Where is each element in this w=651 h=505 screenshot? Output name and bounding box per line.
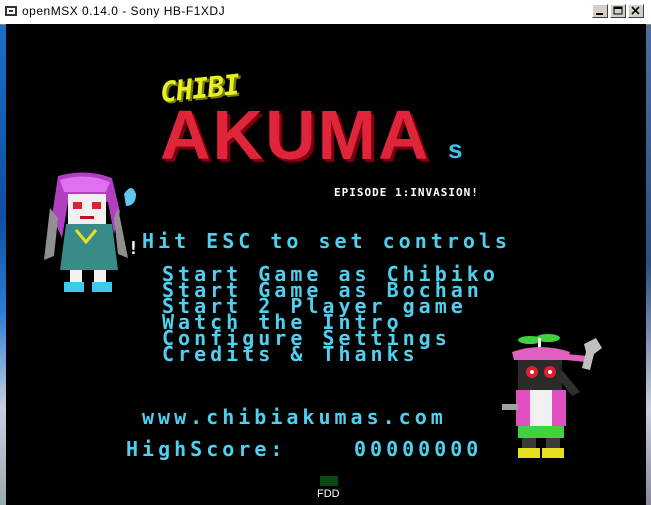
window-titlebar[interactable]: openMSX 0.14.0 - Sony HB-F1XDJ [0, 0, 651, 25]
logo-akuma-text: AKUMA [160, 96, 431, 174]
highscore-label: HighScore: [126, 437, 287, 461]
fdd-label: FDD [317, 488, 340, 500]
close-icon [631, 6, 640, 15]
bochan-character-sprite [502, 334, 602, 458]
controls-hint-text: Hit ESC to set controls [142, 229, 511, 253]
menu-item-credits[interactable]: Credits & Thanks [162, 344, 419, 364]
fdd-led-indicator [320, 476, 338, 486]
logo-s-text: s [448, 134, 463, 164]
website-text: www.chibiakumas.com [142, 405, 447, 429]
desktop-edge-right [646, 24, 651, 505]
minimize-button[interactable] [592, 4, 608, 18]
chibiko-character-sprite [44, 172, 136, 292]
maximize-icon [613, 6, 623, 15]
openmsx-app-icon [5, 6, 17, 16]
episode-subtitle: EPISODE 1:INVASION! [334, 186, 479, 199]
window-title: openMSX 0.14.0 - Sony HB-F1XDJ [22, 4, 226, 18]
maximize-button[interactable] [610, 4, 626, 18]
minimize-icon [596, 13, 603, 15]
menu-cursor: ! [128, 238, 139, 259]
close-button[interactable] [628, 4, 644, 18]
highscore-value: 00000000 [354, 437, 483, 461]
